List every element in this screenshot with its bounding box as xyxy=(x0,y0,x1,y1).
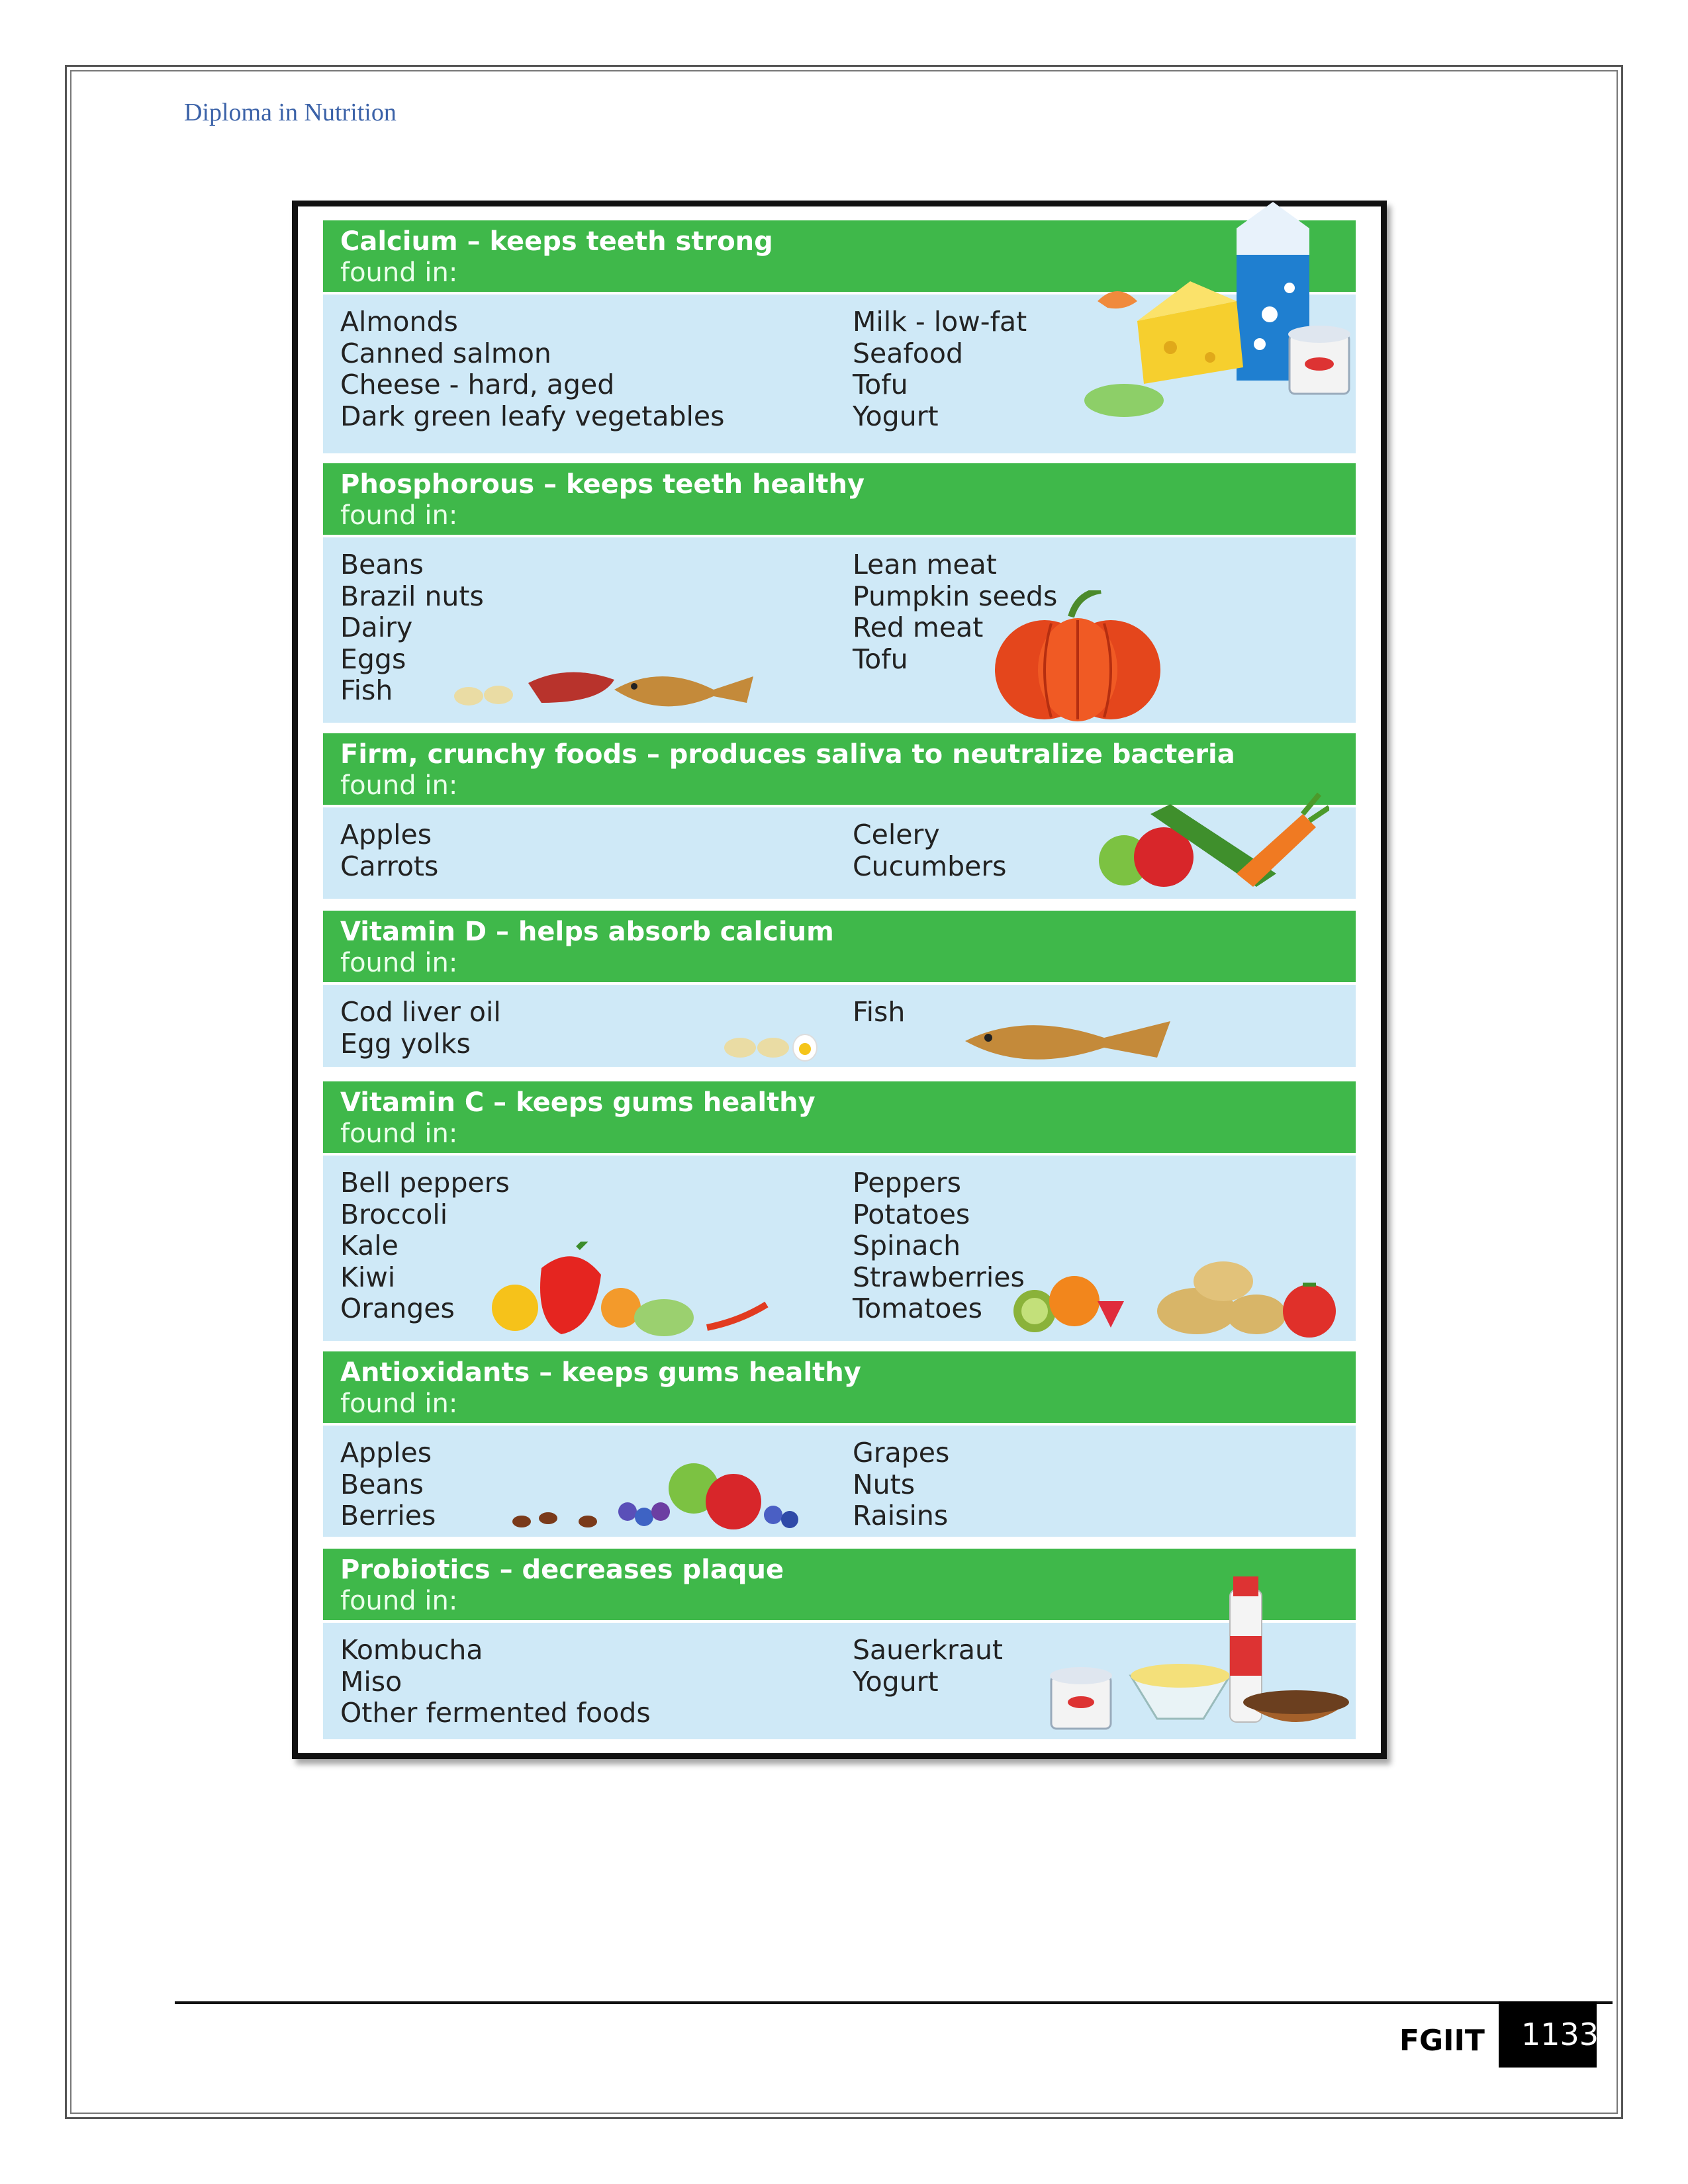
fish-illustration xyxy=(965,1021,1170,1060)
pumpkin-illustration xyxy=(995,590,1160,721)
food-item: Beans xyxy=(340,549,424,580)
food-list-right: Grapes Nuts Raisins xyxy=(853,1437,949,1532)
section-body: Apples Beans Berries Grapes Nuts Raisins xyxy=(323,1426,1356,1537)
food-item: Potatoes xyxy=(853,1198,970,1230)
section-antioxidants: Antioxidants – keeps gums healthy found … xyxy=(323,1351,1356,1537)
food-item: Spinach xyxy=(853,1230,961,1261)
food-item: Kiwi xyxy=(340,1261,396,1293)
food-item: Yogurt xyxy=(853,400,939,432)
food-item: Seafood xyxy=(853,337,964,369)
food-item: Berries xyxy=(340,1500,436,1531)
food-item: Cheese - hard, aged xyxy=(340,369,615,400)
food-list-right: Fish xyxy=(853,996,906,1028)
eggs-illustration xyxy=(724,1034,818,1062)
section-vitamin-d: Vitamin D – helps absorb calcium found i… xyxy=(323,911,1356,1067)
section-body: Almonds Canned salmon Cheese - hard, age… xyxy=(323,202,1356,453)
section-crunchy-foods: Firm, crunchy foods – produces saliva to… xyxy=(323,733,1356,899)
food-item: Peppers xyxy=(853,1167,961,1199)
section-title: Phosphorous – keeps teeth healthy xyxy=(340,469,865,500)
food-item: Tofu xyxy=(853,369,908,400)
food-item: Oranges xyxy=(340,1293,455,1324)
food-item: Apples xyxy=(340,819,432,850)
food-list-right: Milk - low-fat Seafood Tofu Yogurt xyxy=(853,306,1027,432)
food-item: Dairy xyxy=(340,612,413,643)
food-item: Yogurt xyxy=(853,1665,939,1698)
footer-rule xyxy=(175,2001,1613,2004)
peppers-illustration xyxy=(492,1242,769,1336)
section-title: Firm, crunchy foods – produces saliva to… xyxy=(340,739,1235,770)
food-list-left: Apples Carrots xyxy=(340,819,438,882)
food-item: Beans xyxy=(340,1468,424,1500)
footer-organization: FGIIT xyxy=(1399,2024,1485,2058)
food-item: Bell peppers xyxy=(340,1167,510,1199)
food-item: Miso xyxy=(340,1665,402,1698)
food-item: Tomatoes xyxy=(853,1293,982,1324)
food-list-right: Sauerkraut Yogurt xyxy=(853,1634,1004,1698)
food-list-right: Peppers Potatoes Spinach Strawberries To… xyxy=(853,1167,1025,1325)
food-item: Grapes xyxy=(853,1437,950,1469)
section-header: Vitamin C – keeps gums healthy found in: xyxy=(323,1081,1356,1153)
food-item: Egg yolks xyxy=(340,1027,471,1060)
food-item: Dark green leafy vegetables xyxy=(340,400,725,432)
food-item: Celery xyxy=(853,819,940,850)
food-list-left: Kombucha Miso Other fermented foods xyxy=(340,1634,651,1729)
food-item: Fish xyxy=(853,996,906,1028)
section-title: Vitamin C – keeps gums healthy xyxy=(340,1087,816,1118)
section-body: Beans Brazil nuts Dairy Eggs Fish Lean m… xyxy=(323,537,1356,723)
food-item: Other fermented foods xyxy=(340,1697,651,1729)
food-item: Lean meat xyxy=(853,549,997,580)
section-calcium: Calcium – keeps teeth strong found in: A… xyxy=(323,202,1356,453)
food-item: Carrots xyxy=(340,850,439,882)
food-item: Kombucha xyxy=(340,1634,483,1666)
food-item: Canned salmon xyxy=(340,337,551,369)
section-phosphorous: Phosphorous – keeps teeth healthy found … xyxy=(323,463,1356,723)
food-item: Almonds xyxy=(340,306,458,338)
food-item: Milk - low-fat xyxy=(853,306,1027,338)
food-item: Kale xyxy=(340,1230,399,1261)
section-header: Phosphorous – keeps teeth healthy found … xyxy=(323,463,1356,535)
section-header: Vitamin D – helps absorb calcium found i… xyxy=(323,911,1356,982)
section-title: Vitamin D – helps absorb calcium xyxy=(340,917,834,947)
food-list-right: Celery Cucumbers xyxy=(853,819,1007,882)
food-list-left: Cod liver oil Egg yolks xyxy=(340,996,501,1060)
section-body: Cod liver oil Egg yolks Fish xyxy=(323,985,1356,1067)
food-item: Sauerkraut xyxy=(853,1634,1004,1666)
section-body: Bell peppers Broccoli Kale Kiwi Oranges … xyxy=(323,1156,1356,1341)
section-subtitle: found in: xyxy=(340,1388,458,1419)
meat-fish-illustration xyxy=(454,672,753,707)
food-item: Broccoli xyxy=(340,1198,448,1230)
food-list-left: Apples Beans Berries xyxy=(340,1437,436,1532)
food-item: Raisins xyxy=(853,1500,949,1531)
section-subtitle: found in: xyxy=(340,500,458,531)
food-item: Apples xyxy=(340,1437,432,1469)
section-subtitle: found in: xyxy=(340,1118,458,1149)
food-item: Cod liver oil xyxy=(340,996,501,1028)
section-probiotics: Probiotics – decreases plaque found in: … xyxy=(323,1549,1356,1739)
section-body: Kombucha Miso Other fermented foods Saue… xyxy=(323,1576,1356,1739)
section-vitamin-c: Vitamin C – keeps gums healthy found in:… xyxy=(323,1081,1356,1341)
fruit-vegetable-illustration xyxy=(1099,792,1329,887)
dairy-illustration xyxy=(1084,202,1350,417)
food-list-left: Bell peppers Broccoli Kale Kiwi Oranges xyxy=(340,1167,510,1325)
section-title: Antioxidants – keeps gums healthy xyxy=(340,1357,861,1388)
fruits-potatoes-illustration xyxy=(1013,1261,1336,1338)
section-header: Antioxidants – keeps gums healthy found … xyxy=(323,1351,1356,1423)
running-header: Diploma in Nutrition xyxy=(184,99,397,126)
food-item: Strawberries xyxy=(853,1261,1025,1293)
food-item: Cucumbers xyxy=(853,850,1007,882)
berries-apples-illustration xyxy=(512,1463,798,1529)
food-item: Nuts xyxy=(853,1468,915,1500)
page-number: 1133 xyxy=(1499,2001,1597,2068)
section-body: Apples Carrots Celery Cucumbers xyxy=(323,792,1356,899)
food-item: Brazil nuts xyxy=(340,580,484,612)
fermented-foods-illustration xyxy=(1050,1576,1349,1730)
food-list-left: Almonds Canned salmon Cheese - hard, age… xyxy=(340,306,724,432)
section-subtitle: found in: xyxy=(340,948,458,978)
